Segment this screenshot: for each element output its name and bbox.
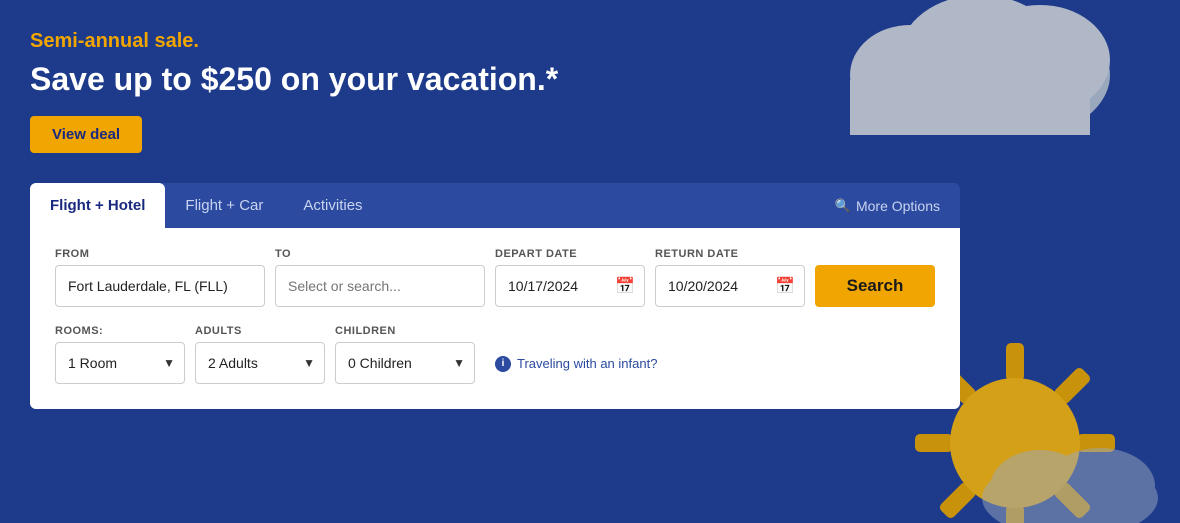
to-input[interactable]: [275, 265, 485, 307]
to-field-group: TO: [275, 248, 485, 307]
form-row-2: ROOMS: 1 Room 2 Rooms 3 Rooms 4 Rooms ▼ …: [55, 325, 935, 384]
adults-select[interactable]: 1 Adult 2 Adults 3 Adults 4 Adults: [195, 342, 325, 384]
infant-info-link[interactable]: i Traveling with an infant?: [495, 356, 657, 372]
depart-date-label: DEPART DATE: [495, 248, 645, 260]
sale-label: Semi-annual sale.: [30, 30, 1150, 53]
search-icon: 🔍: [835, 198, 851, 214]
more-options-button[interactable]: 🔍 More Options: [815, 184, 960, 228]
from-field-group: FROM: [55, 248, 265, 307]
return-date-label: RETURN DATE: [655, 248, 805, 260]
search-button[interactable]: Search: [815, 265, 935, 307]
tabs-container: Flight + Hotel Flight + Car Activities 🔍…: [30, 183, 960, 228]
children-select[interactable]: 0 Children 1 Child 2 Children 3 Children: [335, 342, 475, 384]
view-deal-button[interactable]: View deal: [30, 116, 142, 153]
to-label: TO: [275, 248, 485, 260]
rooms-select[interactable]: 1 Room 2 Rooms 3 Rooms 4 Rooms: [55, 342, 185, 384]
adults-label: ADULTS: [195, 325, 325, 337]
return-date-wrapper: 📅: [655, 265, 805, 307]
children-field-group: CHILDREN 0 Children 1 Child 2 Children 3…: [335, 325, 475, 384]
rooms-select-wrapper: 1 Room 2 Rooms 3 Rooms 4 Rooms ▼: [55, 342, 185, 384]
form-row-1: FROM TO DEPART DATE 📅 RETURN DATE 📅: [55, 248, 935, 307]
info-icon: i: [495, 356, 511, 372]
infant-info-label: Traveling with an infant?: [517, 356, 657, 371]
adults-select-wrapper: 1 Adult 2 Adults 3 Adults 4 Adults ▼: [195, 342, 325, 384]
depart-date-wrapper: 📅: [495, 265, 645, 307]
return-date-input[interactable]: [655, 265, 805, 307]
return-date-field-group: RETURN DATE 📅: [655, 248, 805, 307]
depart-date-field-group: DEPART DATE 📅: [495, 248, 645, 307]
tab-flight-hotel[interactable]: Flight + Hotel: [30, 183, 165, 228]
headline: Save up to $250 on your vacation.*: [30, 61, 1150, 98]
adults-field-group: ADULTS 1 Adult 2 Adults 3 Adults 4 Adult…: [195, 325, 325, 384]
from-input[interactable]: [55, 265, 265, 307]
rooms-field-group: ROOMS: 1 Room 2 Rooms 3 Rooms 4 Rooms ▼: [55, 325, 185, 384]
main-content: Semi-annual sale. Save up to $250 on you…: [0, 0, 1180, 409]
rooms-label: ROOMS:: [55, 325, 185, 337]
cloud-bottom-right: [980, 448, 1160, 523]
children-label: CHILDREN: [335, 325, 475, 337]
tab-activities[interactable]: Activities: [283, 183, 382, 228]
search-form: FROM TO DEPART DATE 📅 RETURN DATE 📅: [30, 228, 960, 409]
children-select-wrapper: 0 Children 1 Child 2 Children 3 Children…: [335, 342, 475, 384]
from-label: FROM: [55, 248, 265, 260]
depart-date-input[interactable]: [495, 265, 645, 307]
tab-flight-car[interactable]: Flight + Car: [165, 183, 283, 228]
